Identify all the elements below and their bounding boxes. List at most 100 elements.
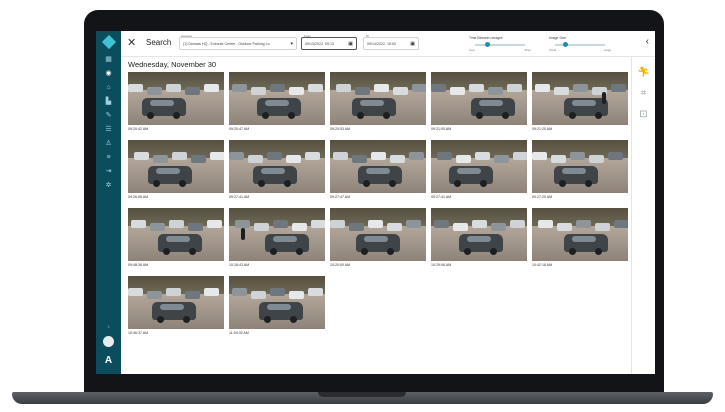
slider-ends: Less More — [469, 48, 531, 52]
camera-snapshot[interactable] — [330, 208, 426, 261]
image-tile[interactable]: 09:21:20 AM — [532, 72, 628, 133]
slider-title: Time Between Images — [469, 36, 503, 40]
to-date-field[interactable]: 09/14/2022, 15:00 ▣ — [363, 37, 419, 50]
image-tile[interactable]: 09:20:53 AM — [330, 72, 426, 133]
search-toolbar: ✕ Search Camera (1) Demark HQ - Execute … — [121, 31, 655, 57]
timestamp: 11:09:30 AM — [229, 331, 249, 335]
camera-snapshot[interactable] — [330, 140, 426, 193]
scan-icon[interactable]: ⌗ — [641, 88, 647, 99]
timestamp: 10:42:18 AM — [532, 263, 553, 267]
timestamp: 09:27:47 AM — [330, 195, 351, 199]
from-date-field[interactable]: 09/13/2022, 09:13 ▣ — [301, 37, 357, 50]
timestamp: 09:26:06 AM — [128, 195, 149, 199]
image-tile[interactable]: 09:27:29 AM — [532, 140, 628, 201]
home-icon[interactable]: ⌂ — [104, 84, 113, 92]
image-tile[interactable]: 09:48:38 AM — [128, 208, 224, 269]
timestamp: 09:21:20 AM — [532, 127, 553, 131]
image-grid: 09:20:42 AM 09:20:47 AM 09:20:53 AM 09:21:0… — [128, 72, 628, 337]
slider-min-label: Less — [469, 48, 475, 52]
wrench-icon[interactable]: ✎ — [104, 112, 113, 120]
slider-min-label: Small — [549, 48, 556, 52]
slider-ends: Small Large — [549, 48, 611, 52]
image-tile[interactable]: 10:20:00 AM — [330, 208, 426, 269]
camera-snapshot[interactable] — [128, 72, 224, 125]
camera-snapshot[interactable] — [229, 208, 325, 261]
timestamp: 09:27:29 AM — [532, 195, 553, 199]
laptop-notch — [318, 392, 406, 397]
timestamp: 10:46:37 AM — [128, 331, 149, 335]
timestamp: 09:20:53 AM — [330, 127, 351, 131]
image-tile[interactable]: 10:46:37 AM — [128, 276, 224, 337]
slider-max-label: More — [524, 48, 531, 52]
camera-select[interactable]: (1) Demark HQ - Execute Center - Outdoor… — [179, 37, 297, 50]
camera-snapshot[interactable] — [330, 72, 426, 125]
avatar[interactable] — [103, 336, 114, 347]
app-window: ✕ Search Camera (1) Demark HQ - Execute … — [121, 31, 655, 374]
tool-rail: 🏃︎ ⌗ ⊡ — [631, 57, 655, 374]
image-tile[interactable]: 11:09:30 AM — [229, 276, 325, 337]
to-date-value: 09/14/2022, 15:00 — [367, 42, 396, 46]
report-icon[interactable]: ☰ — [104, 126, 113, 134]
results-panel: Wednesday, November 30 09:20:42 AM 09:20:… — [126, 60, 628, 372]
timestamp: 09:27:41 AM — [431, 195, 452, 199]
laptop-bezel-bottom — [84, 374, 664, 394]
image-tile[interactable]: 09:21:00 AM — [431, 72, 527, 133]
close-icon[interactable]: ✕ — [127, 36, 136, 49]
eye-icon[interactable]: ◉ — [104, 70, 113, 78]
camera-snapshot[interactable] — [431, 140, 527, 193]
grid-icon[interactable]: ▦ — [104, 56, 113, 64]
camera-snapshot[interactable] — [431, 208, 527, 261]
calendar-icon[interactable]: ▣ — [410, 41, 415, 47]
camera-select-value: (1) Demark HQ - Execute Center - Outdoor… — [183, 42, 270, 46]
timestamp: 09:20:47 AM — [229, 127, 250, 131]
image-tile[interactable]: 09:26:06 AM — [128, 140, 224, 201]
image-tile[interactable]: 09:27:41 AM — [229, 140, 325, 201]
app-logo-icon — [101, 34, 116, 50]
bell-icon[interactable]: ♪ — [107, 324, 110, 330]
page-title: Search — [146, 38, 172, 47]
sliders-icon[interactable]: ≡ — [104, 154, 113, 162]
from-date-value: 09/13/2022, 09:13 — [305, 42, 334, 46]
laptop-frame: ▦ ◉ ⌂ ▙ ✎ ☰ ♙ ≡ ⇥ ✲ ♪ A ✕ Search Camera … — [0, 0, 725, 412]
camera-snapshot[interactable] — [532, 72, 628, 125]
logout-icon[interactable]: ⇥ — [104, 168, 113, 176]
image-size-slider: Image Size Small Large — [549, 36, 611, 52]
slider-knob[interactable] — [562, 42, 568, 47]
timestamp: 09:48:38 AM — [128, 263, 149, 267]
slider-knob[interactable] — [485, 42, 490, 47]
image-tile[interactable]: 09:20:42 AM — [128, 72, 224, 133]
timestamp: 10:20:00 AM — [330, 263, 351, 267]
time-between-images-slider: Time Between Images Less More — [469, 36, 531, 52]
chart-icon[interactable]: ▙ — [104, 98, 113, 106]
camera-snapshot[interactable] — [128, 140, 224, 193]
slider-track[interactable] — [555, 42, 605, 47]
image-tile[interactable]: 10:16:43 AM — [229, 208, 325, 269]
image-tile[interactable]: 09:27:47 AM — [330, 140, 426, 201]
slider-track[interactable] — [475, 42, 525, 47]
camera-snapshot[interactable] — [229, 140, 325, 193]
image-tile[interactable]: 10:29:06 AM — [431, 208, 527, 269]
camera-snapshot[interactable] — [532, 208, 628, 261]
gear-icon[interactable]: ✲ — [104, 182, 113, 190]
slider-title: Image Size — [549, 36, 566, 40]
image-tile[interactable]: 10:42:18 AM — [532, 208, 628, 269]
car-scan-icon[interactable]: ⊡ — [639, 109, 647, 120]
camera-snapshot[interactable] — [229, 276, 325, 329]
camera-snapshot[interactable] — [431, 72, 527, 125]
timestamp: 09:27:41 AM — [229, 195, 250, 199]
user-icon[interactable]: ♙ — [104, 140, 113, 148]
camera-snapshot[interactable] — [532, 140, 628, 193]
calendar-icon[interactable]: ▣ — [348, 41, 353, 47]
chevron-down-icon: ▾ — [290, 41, 293, 47]
timestamp: 09:21:00 AM — [431, 127, 452, 131]
camera-snapshot[interactable] — [128, 208, 224, 261]
run-icon[interactable]: 🏃︎ — [637, 67, 650, 78]
image-tile[interactable]: 09:27:41 AM — [431, 140, 527, 201]
app-sidebar: ▦ ◉ ⌂ ▙ ✎ ☰ ♙ ≡ ⇥ ✲ ♪ A — [96, 31, 121, 374]
camera-snapshot[interactable] — [128, 276, 224, 329]
camera-snapshot[interactable] — [229, 72, 325, 125]
chevron-left-icon[interactable]: ‹ — [646, 36, 649, 47]
image-tile[interactable]: 09:20:47 AM — [229, 72, 325, 133]
date-heading: Wednesday, November 30 — [128, 60, 217, 69]
slider-max-label: Large — [603, 48, 611, 52]
